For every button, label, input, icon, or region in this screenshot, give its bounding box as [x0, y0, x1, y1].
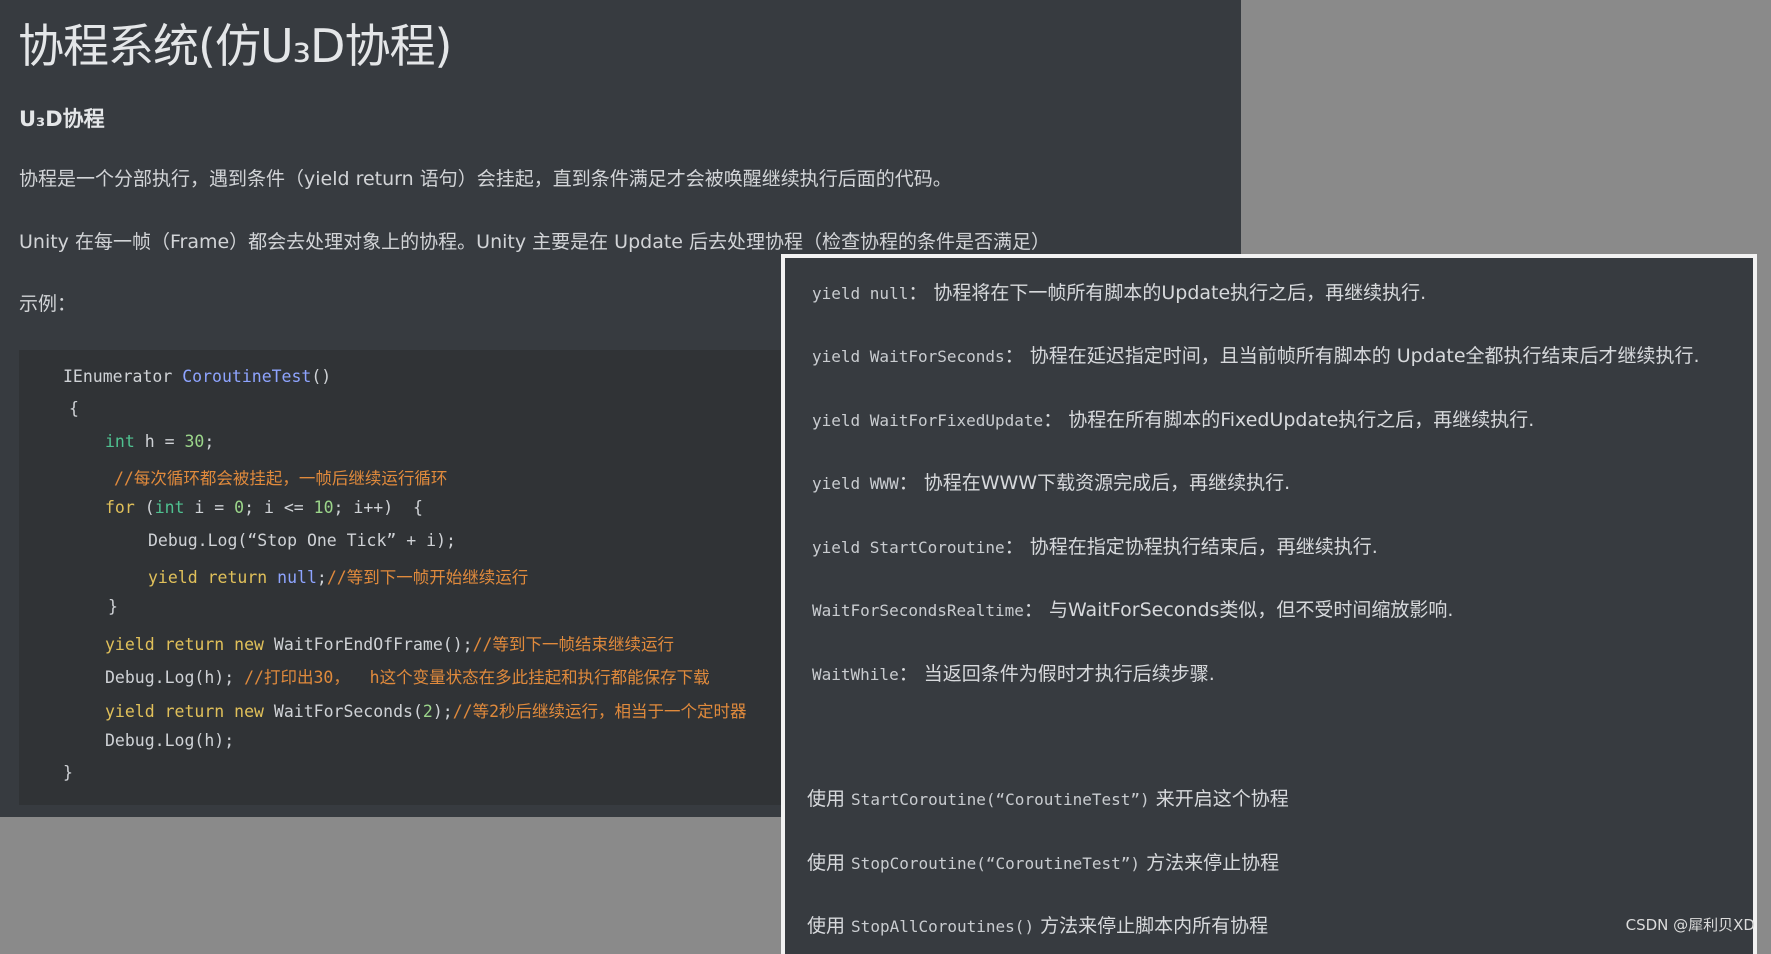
code-line: } — [108, 597, 118, 616]
yield-item: yield WaitForFixedUpdate： 协程在所有脚本的FixedU… — [812, 409, 1535, 431]
code-comment: //每次循环都会被挂起，一帧后继续运行循环 — [114, 469, 448, 488]
section-heading: U₃D协程 — [19, 107, 105, 131]
code-line: yield return new WaitForEndOfFrame();//等… — [105, 635, 674, 654]
code-line: yield return new WaitForSeconds(2);//等2秒… — [105, 702, 747, 721]
code-line: { — [69, 399, 79, 418]
code-line: Debug.Log(h); — [105, 731, 235, 750]
code-line: for (int i = 0; i <= 10; i++) { — [105, 498, 423, 517]
yield-item: yield null： 协程将在下一帧所有脚本的Update执行之后，再继续执行… — [812, 282, 1427, 304]
yield-item: yield WWW： 协程在WWW下载资源完成后，再继续执行. — [812, 472, 1291, 494]
paragraph-example-label: 示例： — [19, 293, 77, 315]
yield-item: yield WaitForSeconds： 协程在延迟指定时间，且当前帧所有脚本… — [812, 345, 1700, 367]
page-title: 协程系统(仿U₃D协程) — [18, 19, 452, 73]
yield-item: WaitForSecondsRealtime： 与WaitForSeconds类… — [812, 599, 1454, 621]
usage-item: 使用 StopAllCoroutines() 方法来停止脚本内所有协程 — [807, 915, 1269, 937]
paragraph-unity: Unity 在每一帧（Frame）都会去处理对象上的协程。Unity 主要是在 … — [19, 231, 1051, 253]
code-line: Debug.Log(h); //打印出30， h这个变量状态在多此挂起和执行都能… — [105, 668, 710, 687]
code-line: yield return null;//等到下一帧开始继续运行 — [148, 568, 529, 587]
watermark: CSDN @犀利贝XD — [1625, 916, 1755, 934]
code-line: int h = 30; — [105, 432, 215, 451]
code-line: } — [63, 763, 73, 782]
code-block: IEnumerator CoroutineTest() { int h = 30… — [19, 350, 809, 805]
paragraph-intro: 协程是一个分部执行，遇到条件（yield return 语句）会挂起，直到条件满… — [19, 168, 952, 190]
usage-item: 使用 StartCoroutine(“CoroutineTest”) 来开启这个… — [807, 788, 1289, 810]
yield-reference-panel: yield null： 协程将在下一帧所有脚本的Update执行之后，再继续执行… — [781, 254, 1757, 954]
code-line: IEnumerator CoroutineTest() — [63, 367, 332, 386]
yield-item: WaitWhile： 当返回条件为假时才执行后续步骤. — [812, 663, 1215, 685]
code-line: Debug.Log(“Stop One Tick” + i); — [148, 531, 456, 550]
yield-item: yield StartCoroutine： 协程在指定协程执行结束后，再继续执行… — [812, 536, 1378, 558]
usage-item: 使用 StopCoroutine(“CoroutineTest”) 方法来停止协… — [807, 852, 1280, 874]
